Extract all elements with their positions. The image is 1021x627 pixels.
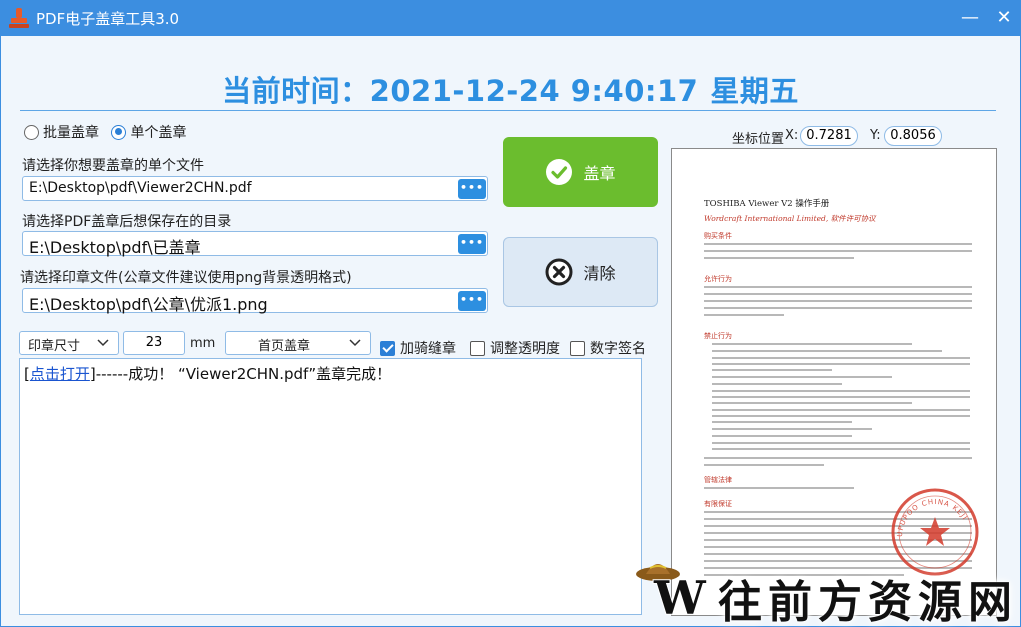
- text-line: [712, 369, 832, 371]
- time-label: 当前时间：: [222, 74, 370, 108]
- text-line: [704, 464, 824, 466]
- text-line: [712, 435, 852, 437]
- doc-section-heading: 禁止行为: [704, 332, 732, 340]
- stamp-page-dropdown[interactable]: 首页盖章: [225, 331, 371, 355]
- log-output: [点击打开]------成功！ “Viewer2CHN.pdf”盖章完成！: [19, 358, 642, 615]
- seal-size-input[interactable]: 23: [123, 331, 185, 355]
- minimize-button[interactable]: —: [958, 6, 982, 30]
- check-circle-icon: [546, 159, 573, 185]
- output-dir-input[interactable]: E:\Desktop\pdf\已盖章: [22, 231, 488, 257]
- radio-selected-icon: [111, 124, 127, 140]
- coord-y-label: Y:: [870, 128, 881, 143]
- riding-seal-checkbox[interactable]: 加骑缝章: [380, 338, 456, 358]
- seal-file-input[interactable]: E:\Desktop\pdf\公章\优派1.png: [22, 288, 488, 314]
- text-line: [704, 250, 972, 252]
- checkbox-checked-icon: [380, 340, 395, 356]
- text-line: [712, 343, 912, 345]
- clear-button-label: 清除: [583, 264, 616, 283]
- watermark-w-letter: W: [653, 571, 707, 625]
- digital-sign-checkbox[interactable]: 数字签名: [570, 338, 646, 358]
- source-file-label: 请选择你想要盖章的单个文件: [22, 158, 204, 174]
- coord-x-label: X:: [785, 128, 799, 143]
- text-line: [712, 415, 970, 417]
- watermark-text: 往前方资源网: [718, 577, 1018, 627]
- doc-section-heading: 管辖法律: [704, 476, 732, 484]
- text-line: [704, 300, 972, 302]
- checkbox-icon: [470, 340, 485, 356]
- transparency-checkbox[interactable]: 调整透明度: [470, 338, 560, 358]
- doc-section-heading: 购买条件: [704, 232, 732, 240]
- stamp-button-label: 盖章: [583, 164, 616, 183]
- text-line: [704, 293, 972, 295]
- doc-section-heading: 有限保证: [704, 500, 732, 508]
- divider: [20, 110, 996, 111]
- text-line: [712, 396, 970, 398]
- text-line: [704, 286, 972, 288]
- radio-batch[interactable]: 批量盖章: [24, 122, 99, 142]
- text-line: [704, 457, 972, 459]
- browse-source-button[interactable]: •••: [458, 179, 486, 199]
- text-line: [704, 243, 972, 245]
- text-line: [704, 257, 854, 259]
- stamp-app-icon: [9, 8, 29, 28]
- chevron-down-icon: [97, 339, 109, 347]
- text-line: [712, 376, 892, 378]
- weekday: 星期五: [710, 74, 799, 108]
- text-line: [712, 448, 970, 450]
- text-line: [704, 314, 784, 316]
- text-line: [712, 350, 942, 352]
- pdf-preview[interactable]: TOSHIBA Viewer V2 操作手册 Wordcraft Interna…: [671, 148, 997, 616]
- size-unit-label: mm: [190, 336, 216, 351]
- time-value: 2021-12-24 9:40:17: [369, 74, 699, 108]
- doc-title: TOSHIBA Viewer V2 操作手册: [704, 199, 830, 209]
- seal-size-dropdown[interactable]: 印章尺寸: [19, 331, 119, 355]
- browse-output-button[interactable]: •••: [458, 234, 486, 254]
- text-line: [712, 442, 970, 444]
- doc-subtitle: Wordcraft International Limited, 软件许可协议: [704, 214, 876, 223]
- log-message: ]------成功！ “Viewer2CHN.pdf”盖章完成！: [89, 365, 392, 383]
- text-line: [712, 357, 970, 359]
- radio-single[interactable]: 单个盖章: [111, 122, 186, 142]
- window-title: PDF电子盖章工具3.0: [36, 10, 180, 28]
- chevron-down-icon: [349, 339, 361, 347]
- text-line: [712, 402, 912, 404]
- coord-x-input[interactable]: 0.7281: [800, 126, 858, 146]
- mode-selector: 批量盖章 单个盖章: [24, 122, 194, 144]
- close-button[interactable]: ✕: [992, 6, 1016, 30]
- coord-y-input[interactable]: 0.8056: [884, 126, 942, 146]
- text-line: [712, 390, 970, 392]
- seal-file-label: 请选择印章文件(公章文件建议使用png背景透明格式): [20, 270, 352, 286]
- text-line: [712, 421, 852, 423]
- browse-seal-button[interactable]: •••: [458, 291, 486, 311]
- output-dir-label: 请选择PDF盖章后想保存在的目录: [22, 214, 232, 230]
- text-line: [712, 428, 872, 430]
- open-file-link[interactable]: 点击打开: [30, 365, 90, 383]
- stamp-button[interactable]: 盖章: [503, 137, 658, 207]
- radio-icon: [24, 124, 39, 140]
- doc-section-heading: 允许行为: [704, 275, 732, 283]
- source-file-input[interactable]: E:\Desktop\pdf\Viewer2CHN.pdf: [22, 176, 488, 201]
- coord-label: 坐标位置: [732, 132, 785, 147]
- text-line: [712, 383, 842, 385]
- checkbox-icon: [570, 340, 585, 356]
- close-circle-icon: [545, 258, 573, 286]
- text-line: [712, 363, 970, 365]
- title-bar: PDF电子盖章工具3.0 — ✕: [0, 0, 1021, 36]
- current-time-display: 当前时间：2021-12-24 9:40:17 星期五: [0, 68, 1021, 110]
- clear-button[interactable]: 清除: [503, 237, 658, 307]
- text-line: [712, 409, 970, 411]
- text-line: [704, 307, 972, 309]
- text-line: [704, 487, 854, 489]
